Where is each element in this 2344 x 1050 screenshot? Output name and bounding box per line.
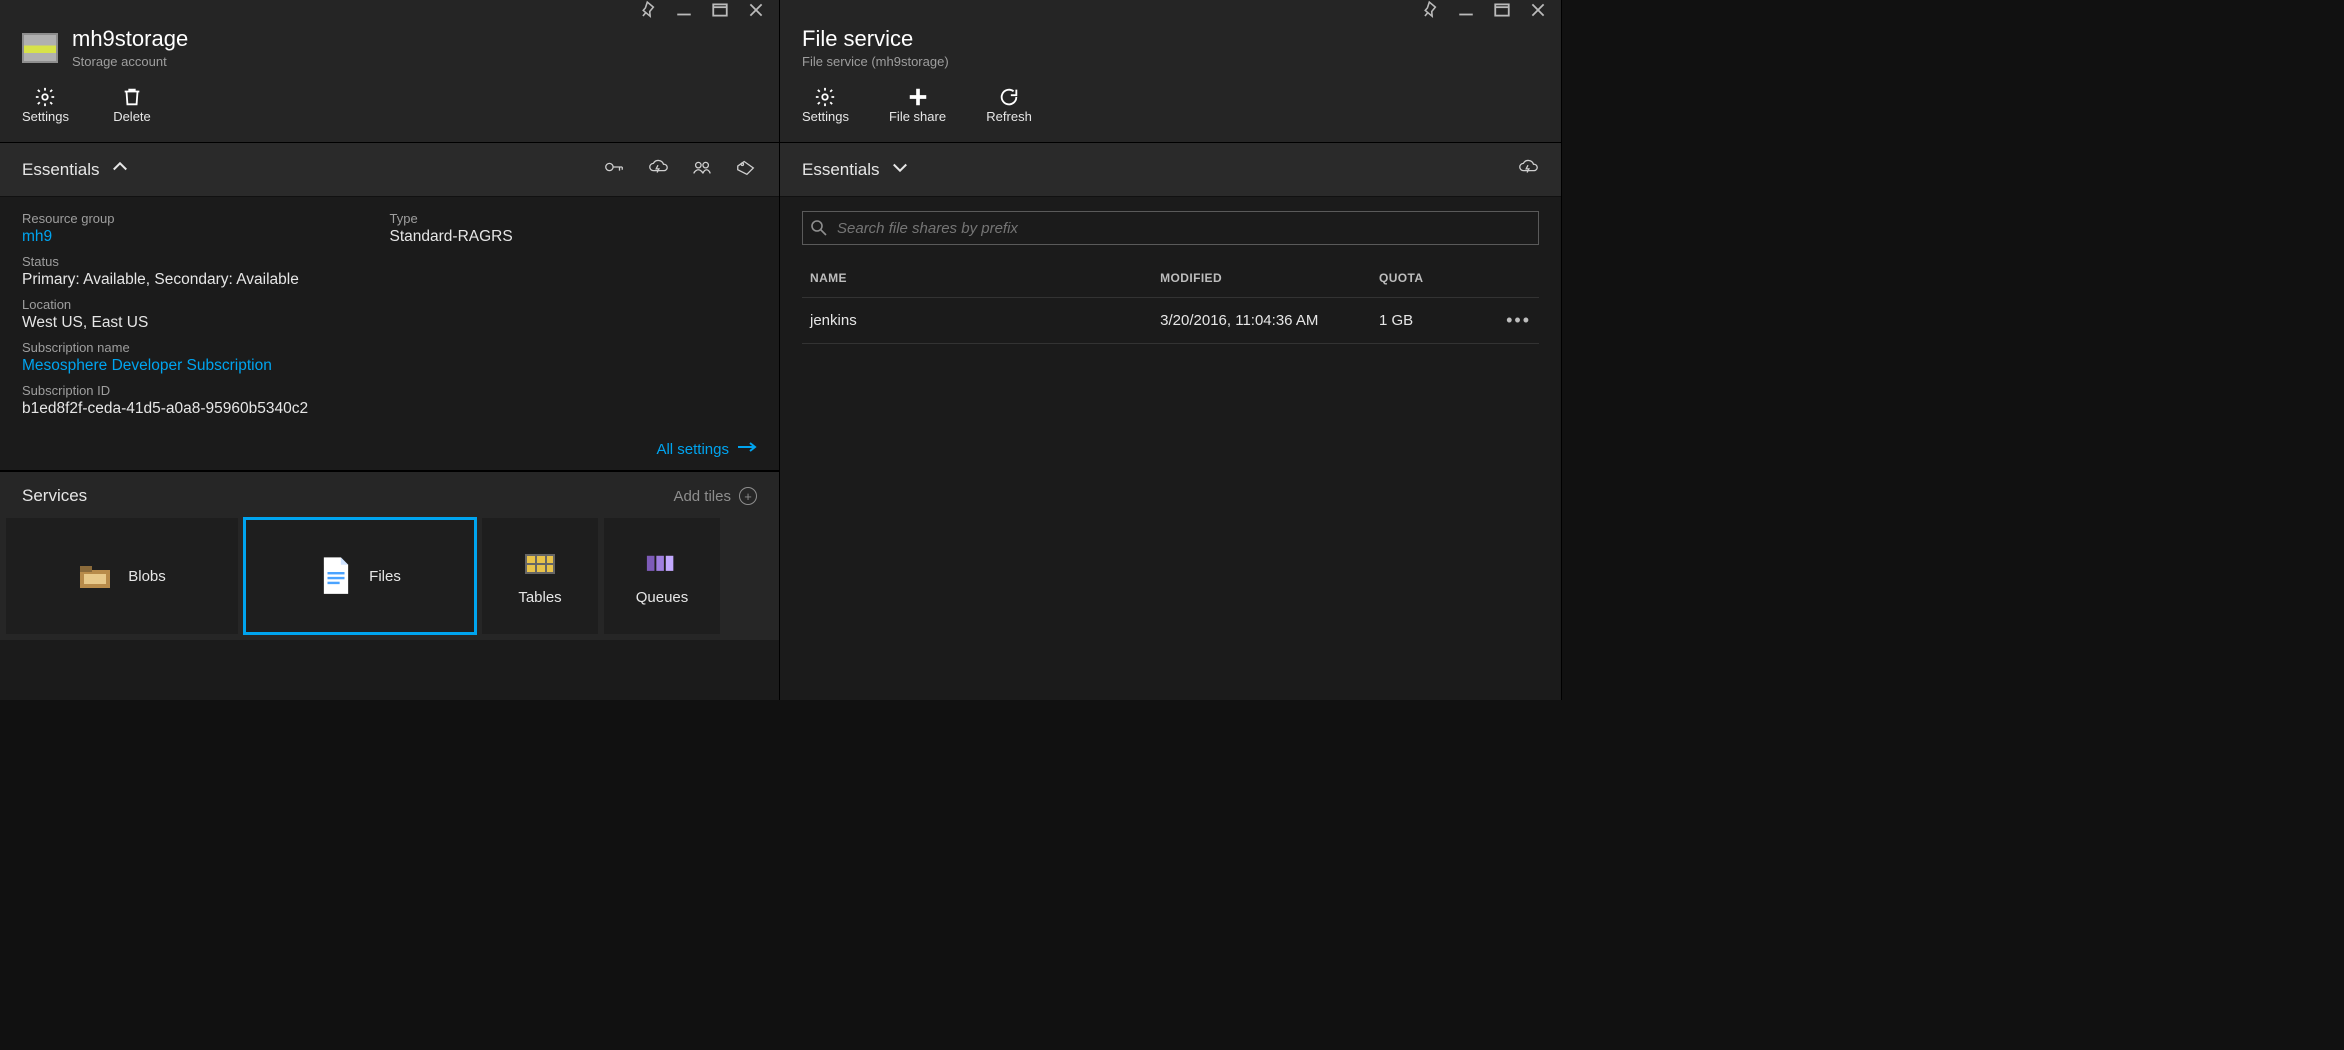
tile-tables[interactable]: Tables <box>482 518 598 634</box>
services-tiles: Blobs Files Tables Queues <box>0 518 779 640</box>
gear-icon <box>34 85 56 109</box>
file-icon <box>319 559 353 593</box>
cell-quota: 1 GB <box>1379 312 1499 329</box>
tile-blobs-label: Blobs <box>128 568 166 585</box>
blade-title: mh9storage <box>72 26 188 52</box>
trash-icon <box>121 85 143 109</box>
minimize-icon[interactable] <box>1457 1 1475 19</box>
essentials-header[interactable]: Essentials <box>780 142 1561 197</box>
maximize-icon[interactable] <box>711 1 729 19</box>
users-icon[interactable] <box>691 157 713 182</box>
all-settings-link[interactable]: All settings <box>656 441 729 458</box>
file-service-blade: File service File service (mh9storage) S… <box>780 0 1562 700</box>
row-more-icon[interactable]: ••• <box>1499 310 1531 331</box>
plus-circle-icon: + <box>739 487 757 505</box>
tile-files[interactable]: Files <box>244 518 476 634</box>
delete-button[interactable]: Delete <box>109 85 155 124</box>
storage-account-blade: mh9storage Storage account Settings Dele… <box>0 0 780 700</box>
pin-icon[interactable] <box>639 1 657 19</box>
cell-name: jenkins <box>810 312 1160 329</box>
blade-header: File service File service (mh9storage) <box>780 20 1561 85</box>
subscription-id-label: Subscription ID <box>22 383 390 398</box>
window-chrome <box>0 0 779 20</box>
add-tiles-label: Add tiles <box>673 488 731 505</box>
queue-icon <box>645 547 679 581</box>
subscription-id-value: b1ed8f2f-ceda-41d5-a0a8-95960b5340c2 <box>22 400 390 418</box>
essentials-content: Resource group mh9 Status Primary: Avail… <box>0 197 779 434</box>
table-row[interactable]: jenkins 3/20/2016, 11:04:36 AM 1 GB ••• <box>802 298 1539 344</box>
file-share-button[interactable]: File share <box>889 85 946 124</box>
search-icon <box>810 219 828 237</box>
services-label: Services <box>22 486 87 506</box>
refresh-button[interactable]: Refresh <box>986 85 1032 124</box>
storage-account-icon <box>22 33 58 63</box>
keys-icon[interactable] <box>603 157 625 182</box>
resource-group-label: Resource group <box>22 211 390 226</box>
settings-button[interactable]: Settings <box>22 85 69 124</box>
cloud-bolt-icon[interactable] <box>647 157 669 182</box>
gear-icon <box>814 85 836 109</box>
settings-label: Settings <box>802 109 849 124</box>
pin-icon[interactable] <box>1421 1 1439 19</box>
tile-files-label: Files <box>369 568 401 585</box>
tag-icon[interactable] <box>735 157 757 182</box>
blade-subtitle: File service (mh9storage) <box>802 54 949 69</box>
blade-title: File service <box>802 26 949 52</box>
settings-button[interactable]: Settings <box>802 85 849 124</box>
table-icon <box>523 547 557 581</box>
close-icon[interactable] <box>747 1 765 19</box>
search-input[interactable] <box>802 211 1539 245</box>
col-modified: MODIFIED <box>1160 271 1379 285</box>
type-value: Standard-RAGRS <box>390 228 758 246</box>
table-header: NAME MODIFIED QUOTA <box>802 259 1539 298</box>
location-value: West US, East US <box>22 314 390 332</box>
delete-label: Delete <box>113 109 151 124</box>
blade-header: mh9storage Storage account <box>0 20 779 85</box>
file-shares-table: NAME MODIFIED QUOTA jenkins 3/20/2016, 1… <box>780 253 1561 350</box>
chevron-up-icon <box>109 157 131 182</box>
refresh-icon <box>998 85 1020 109</box>
chevron-down-icon <box>889 157 911 182</box>
tile-queues-label: Queues <box>636 589 689 606</box>
blade-subtitle: Storage account <box>72 54 188 69</box>
cloud-bolt-icon[interactable] <box>1517 157 1539 182</box>
tile-tables-label: Tables <box>518 589 561 606</box>
all-settings-row: All settings <box>0 434 779 470</box>
essentials-label: Essentials <box>22 160 99 180</box>
window-chrome <box>780 0 1561 20</box>
col-quota: QUOTA <box>1379 271 1499 285</box>
subscription-name-label: Subscription name <box>22 340 390 355</box>
command-bar: Settings Delete <box>0 85 779 142</box>
add-tiles-button[interactable]: Add tiles + <box>673 487 757 505</box>
location-label: Location <box>22 297 390 312</box>
col-name: NAME <box>810 271 1160 285</box>
resource-group-link[interactable]: mh9 <box>22 228 390 246</box>
maximize-icon[interactable] <box>1493 1 1511 19</box>
status-label: Status <box>22 254 390 269</box>
status-value: Primary: Available, Secondary: Available <box>22 271 390 289</box>
plus-icon <box>907 85 929 109</box>
close-icon[interactable] <box>1529 1 1547 19</box>
command-bar: Settings File share Refresh <box>780 85 1561 142</box>
settings-label: Settings <box>22 109 69 124</box>
tile-queues[interactable]: Queues <box>604 518 720 634</box>
tile-blobs[interactable]: Blobs <box>6 518 238 634</box>
essentials-label: Essentials <box>802 160 879 180</box>
subscription-name-link[interactable]: Mesosphere Developer Subscription <box>22 357 390 375</box>
folder-icon <box>78 559 112 593</box>
file-share-label: File share <box>889 109 946 124</box>
type-label: Type <box>390 211 758 226</box>
services-header: Services Add tiles + <box>0 470 779 518</box>
search-wrap <box>780 197 1561 253</box>
minimize-icon[interactable] <box>675 1 693 19</box>
cell-modified: 3/20/2016, 11:04:36 AM <box>1160 312 1379 329</box>
essentials-header[interactable]: Essentials <box>0 142 779 197</box>
arrow-right-icon <box>737 440 757 458</box>
refresh-label: Refresh <box>986 109 1032 124</box>
